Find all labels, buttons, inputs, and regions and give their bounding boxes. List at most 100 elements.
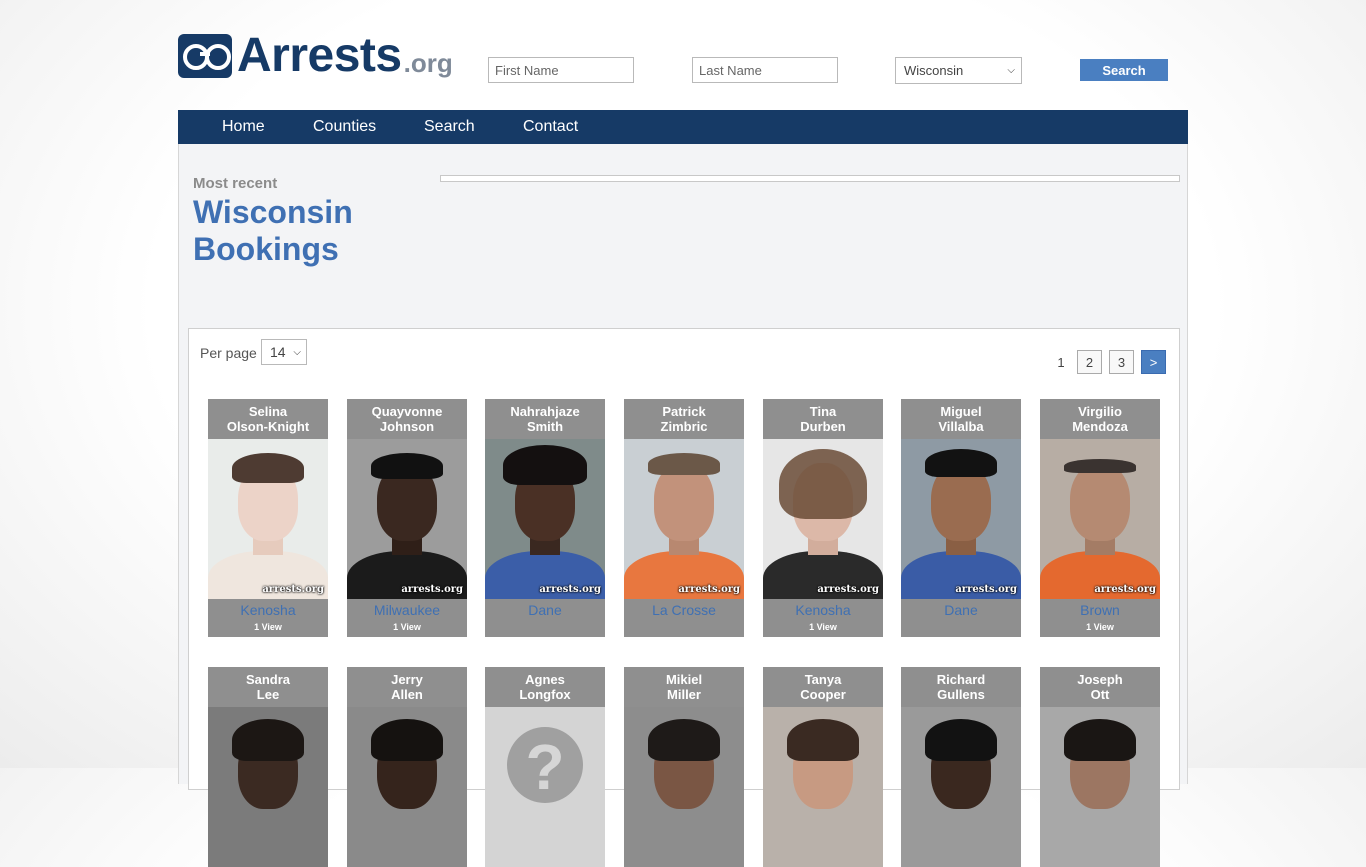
state-select-value: Wisconsin	[904, 63, 964, 78]
booking-name: Jerry Allen	[347, 667, 467, 707]
booking-card[interactable]: Tanya Cooper	[763, 667, 883, 867]
mugshot-photo[interactable]	[347, 707, 467, 867]
mugshot-photo[interactable]: arrests.org	[485, 439, 605, 599]
booking-name: Tina Durben	[763, 399, 883, 439]
chevron-down-icon: ⌵	[293, 347, 301, 358]
booking-card[interactable]: Tina Durben arrests.org Kenosha 1 View	[763, 399, 883, 637]
watermark: arrests.org	[678, 584, 740, 595]
booking-card[interactable]: Jerry Allen	[347, 667, 467, 867]
county-link[interactable]: Kenosha	[763, 599, 883, 621]
booking-card[interactable]: Quayvonne Johnson arrests.org Milwaukee …	[347, 399, 467, 637]
booking-card[interactable]: Sandra Lee	[208, 667, 328, 867]
last-name: Cooper	[800, 687, 846, 702]
last-name: Johnson	[379, 419, 435, 434]
last-name: Smith	[526, 419, 564, 434]
booking-card[interactable]: Miguel Villalba arrests.org Dane	[901, 399, 1021, 637]
question-mark-icon: ?	[507, 727, 583, 803]
booking-card[interactable]: Agnes Longfox ?	[485, 667, 605, 867]
handcuffs-icon	[178, 34, 232, 78]
bookings-listing: Per page 14 ⌵ 1 2 3 > Selina Olson-Knigh…	[188, 328, 1180, 867]
booking-card[interactable]: Nahrahjaze Smith arrests.org Dane	[485, 399, 605, 637]
nav-counties[interactable]: Counties	[313, 110, 376, 144]
last-name: Olson-Knight	[226, 419, 310, 434]
booking-card[interactable]: Selina Olson-Knight arrests.org Kenosha …	[208, 399, 328, 637]
mugshot-photo[interactable]	[763, 707, 883, 867]
booking-name: Joseph Ott	[1040, 667, 1160, 707]
mugshot-photo[interactable]	[901, 707, 1021, 867]
booking-name: Selina Olson-Knight	[208, 399, 328, 439]
nav-home[interactable]: Home	[222, 110, 265, 144]
booking-card[interactable]: Richard Gullens	[901, 667, 1021, 867]
view-count: 1 View	[393, 622, 421, 632]
mugshot-placeholder[interactable]: ?	[485, 707, 605, 867]
page-link-3[interactable]: 3	[1109, 350, 1134, 374]
watermark: arrests.org	[1094, 584, 1156, 595]
booking-name: Patrick Zimbric	[624, 399, 744, 439]
watermark: arrests.org	[401, 584, 463, 595]
first-name: Quayvonne	[371, 404, 443, 419]
county-link[interactable]: Brown	[1040, 599, 1160, 621]
search-button[interactable]: Search	[1080, 59, 1168, 81]
first-name: Tanya	[804, 672, 842, 687]
mugshot-photo[interactable]: arrests.org	[763, 439, 883, 599]
view-count: 1 View	[809, 622, 837, 632]
site-logo[interactable]: Arrests .org	[178, 32, 453, 80]
booking-name: Richard Gullens	[901, 667, 1021, 707]
per-page-select[interactable]: 14 ⌵	[261, 339, 307, 365]
first-name: Jerry	[391, 672, 423, 687]
booking-card[interactable]: Virgilio Mendoza arrests.org Brown 1 Vie…	[1040, 399, 1160, 637]
booking-card[interactable]: Joseph Ott	[1040, 667, 1160, 867]
county-link[interactable]: Dane	[485, 599, 605, 621]
county-link[interactable]: Milwaukee	[347, 599, 467, 621]
main-nav: Home Counties Search Contact	[178, 110, 1188, 144]
booking-name: Virgilio Mendoza	[1040, 399, 1160, 439]
last-name: Durben	[800, 419, 846, 434]
mugshot-photo[interactable]: arrests.org	[901, 439, 1021, 599]
mugshot-photo[interactable]: arrests.org	[347, 439, 467, 599]
mugshot-photo[interactable]: arrests.org	[208, 439, 328, 599]
last-name: Villalba	[938, 419, 984, 434]
mugshot-photo[interactable]	[1040, 707, 1160, 867]
page-current: 1	[1057, 354, 1065, 370]
booking-name: Tanya Cooper	[763, 667, 883, 707]
county-link[interactable]: La Crosse	[624, 599, 744, 621]
nav-contact[interactable]: Contact	[523, 110, 578, 144]
first-name: Tina	[809, 404, 837, 419]
watermark: arrests.org	[955, 584, 1017, 595]
view-count: 1 View	[1086, 622, 1114, 632]
per-page-label: Per page	[200, 345, 257, 361]
page-title: Wisconsin Bookings	[193, 194, 353, 268]
booking-name: Quayvonne Johnson	[347, 399, 467, 439]
logo-suffix: .org	[403, 48, 453, 78]
page-title-line2: Bookings	[193, 231, 339, 267]
booking-card[interactable]: Patrick Zimbric arrests.org La Crosse	[624, 399, 744, 637]
booking-name: Nahrahjaze Smith	[485, 399, 605, 439]
mugshot-photo[interactable]: arrests.org	[1040, 439, 1160, 599]
page-title-line1: Wisconsin	[193, 194, 353, 230]
first-name: Nahrahjaze	[510, 404, 580, 419]
booking-card[interactable]: Mikiel Miller	[624, 667, 744, 867]
last-name: Zimbric	[660, 419, 708, 434]
chevron-down-icon: ⌵	[1007, 65, 1015, 76]
first-name: Patrick	[662, 404, 706, 419]
booking-name: Agnes Longfox	[485, 667, 605, 707]
last-name: Lee	[256, 687, 280, 702]
county-link[interactable]: Dane	[901, 599, 1021, 621]
mugshot-photo[interactable]: arrests.org	[624, 439, 744, 599]
first-name: Richard	[936, 672, 986, 687]
last-name: Miller	[667, 687, 701, 702]
first-name: Agnes	[525, 672, 565, 687]
first-name-input[interactable]	[488, 57, 634, 83]
mugshot-photo[interactable]	[208, 707, 328, 867]
first-name: Mikiel	[665, 672, 703, 687]
page-link-2[interactable]: 2	[1077, 350, 1102, 374]
first-name: Sandra	[245, 672, 291, 687]
mugshot-photo[interactable]	[624, 707, 744, 867]
first-name: Joseph	[1077, 672, 1123, 687]
county-link[interactable]: Kenosha	[208, 599, 328, 621]
last-name-input[interactable]	[692, 57, 838, 83]
nav-search[interactable]: Search	[424, 110, 475, 144]
page-next-button[interactable]: >	[1141, 350, 1166, 374]
last-name: Ott	[1090, 687, 1110, 702]
state-select[interactable]: Wisconsin ⌵	[895, 57, 1022, 84]
